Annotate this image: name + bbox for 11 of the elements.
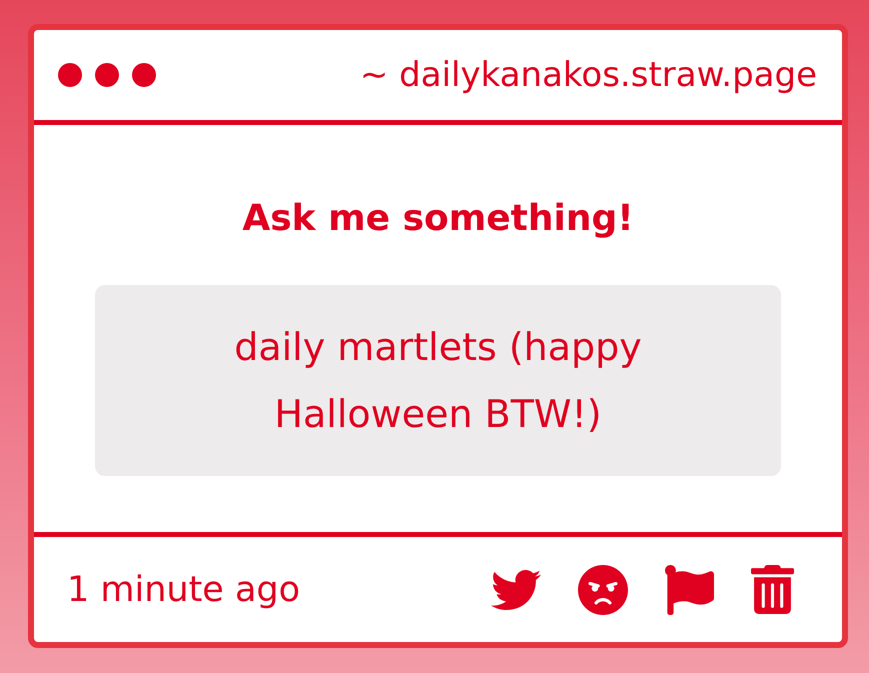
dot-icon [58, 63, 82, 87]
question-text: daily martlets (happy Halloween BTW!) [233, 324, 643, 438]
trash-icon[interactable] [751, 565, 794, 614]
page-heading: Ask me something! [242, 197, 634, 241]
site-address: ~ dailykanakos.straw.page [360, 54, 817, 96]
timestamp: 1 minute ago [67, 568, 300, 610]
dot-icon [132, 63, 156, 87]
angry-face-icon[interactable] [578, 564, 628, 614]
bird-icon[interactable] [491, 570, 541, 610]
dot-icon [95, 63, 119, 87]
flag-icon[interactable] [665, 564, 714, 614]
